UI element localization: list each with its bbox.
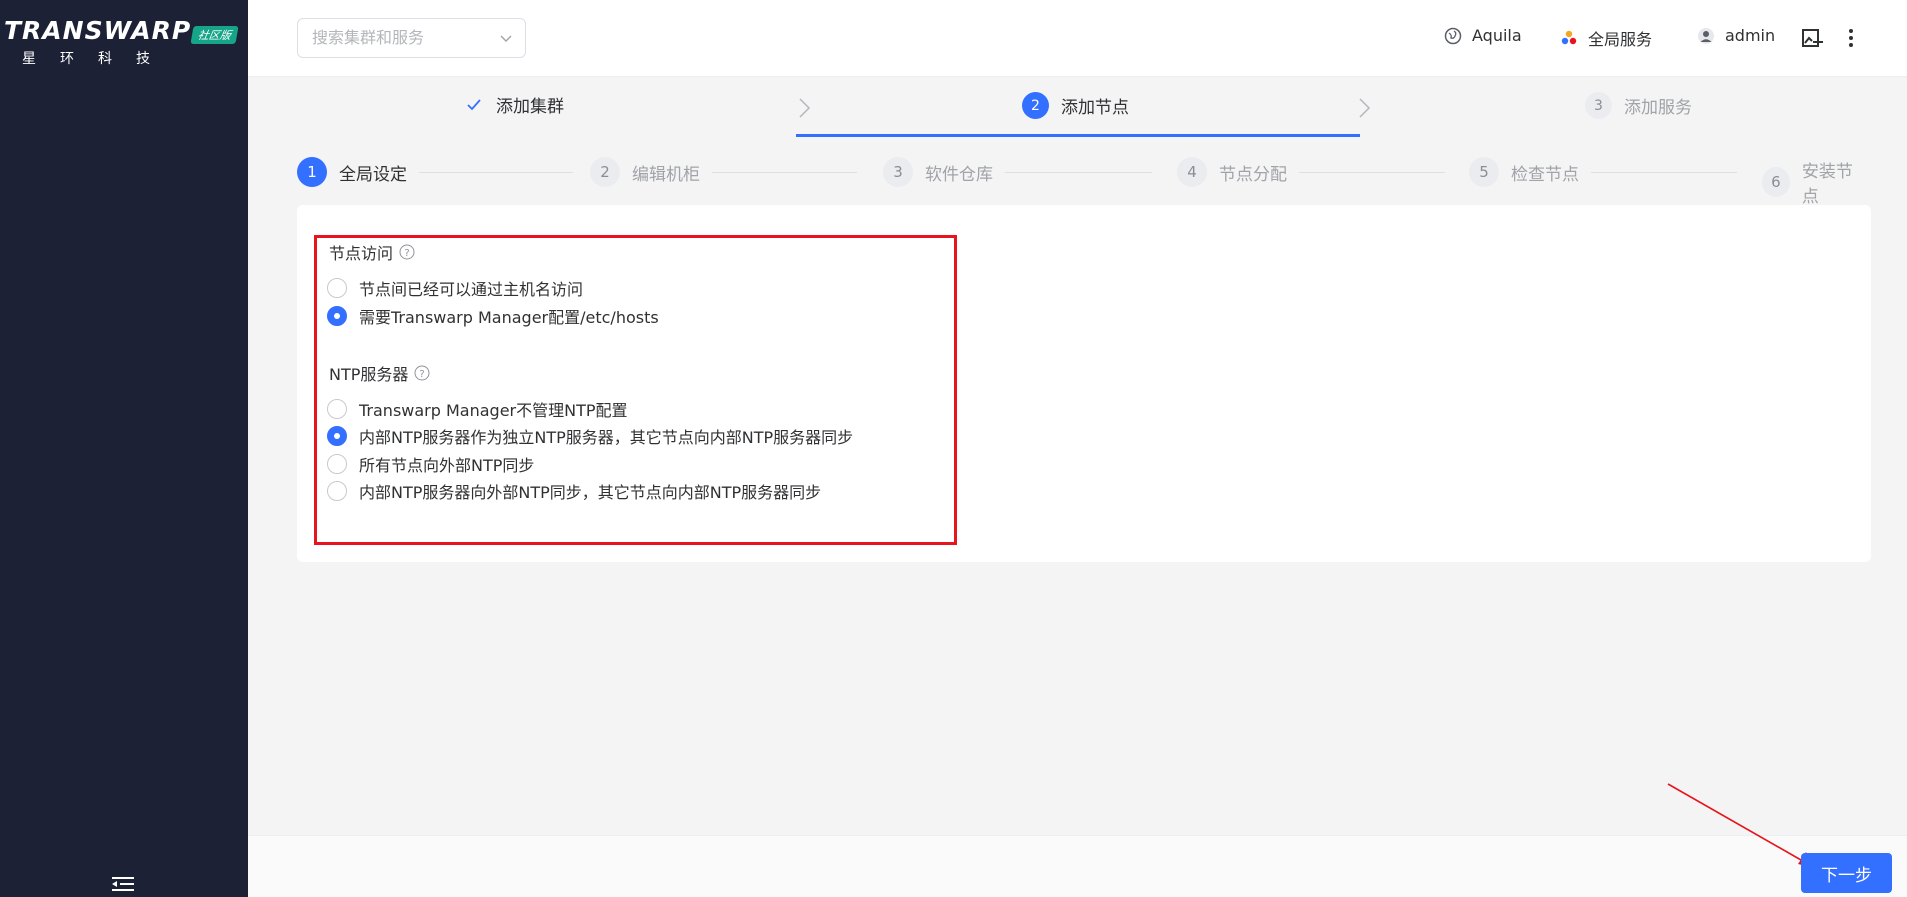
chevron-right-icon <box>799 98 811 118</box>
svg-text:?: ? <box>404 248 409 259</box>
ntp-option[interactable]: 所有节点向外部NTP同步 <box>327 452 534 476</box>
ntp-option[interactable]: Transwarp Manager不管理NTP配置 <box>327 397 628 421</box>
ntp-title: NTP服务器 ? <box>329 361 430 385</box>
option-label: 节点间已经可以通过主机名访问 <box>359 280 584 299</box>
main-step-label: 添加节点 <box>1061 98 1129 118</box>
svg-text:?: ? <box>420 369 425 380</box>
option-label: Transwarp Manager不管理NTP配置 <box>359 401 628 420</box>
step-number: 5 <box>1469 157 1499 187</box>
export-image-icon[interactable] <box>1800 26 1824 50</box>
main-step-add-node[interactable]: 2 添加节点 <box>1022 92 1129 119</box>
option-label: 需要Transwarp Manager配置/etc/hosts <box>359 308 659 327</box>
option-label: 所有节点向外部NTP同步 <box>359 456 535 475</box>
help-icon[interactable]: ? <box>399 244 415 260</box>
sub-step-label: 全局设定 <box>339 164 407 185</box>
sidebar: TRANSWARP 社区版 星环科技 <box>0 0 248 897</box>
step-number: 4 <box>1177 157 1207 187</box>
collapse-menu-icon[interactable] <box>112 876 134 892</box>
sub-steps: 1 全局设定 2 编辑机柜 3 软件仓库 4 节点分配 5 检查节点 6 安装节… <box>297 157 1877 207</box>
node-access-title: 节点访问 ? <box>329 240 415 264</box>
user-icon <box>1698 27 1714 44</box>
cluster-search-select[interactable] <box>297 18 526 58</box>
sub-step-label: 节点分配 <box>1219 164 1287 185</box>
radio-checked[interactable] <box>327 306 347 326</box>
sub-step-label: 编辑机柜 <box>632 164 700 185</box>
chevron-right-icon <box>1359 98 1371 118</box>
sub-step-node-assign[interactable]: 4 节点分配 <box>1177 157 1299 187</box>
footer-bar <box>248 835 1907 897</box>
edition-badge: 社区版 <box>190 26 239 44</box>
brand-logo[interactable]: TRANSWARP 社区版 星环科技 <box>0 10 248 70</box>
aquila-label: Aquila <box>1472 26 1522 45</box>
check-icon <box>467 98 481 110</box>
global-services-label: 全局服务 <box>1588 30 1653 49</box>
ntp-label: NTP服务器 <box>329 365 409 384</box>
ntp-option[interactable]: 内部NTP服务器向外部NTP同步，其它节点向内部NTP服务器同步 <box>327 479 821 503</box>
annotation-arrow <box>1667 783 1814 868</box>
sub-step-install-nodes[interactable]: 6 安装节点 <box>1762 157 1877 207</box>
more-vertical-icon[interactable] <box>1844 26 1858 50</box>
sub-step-label: 安装节点 <box>1801 162 1853 207</box>
step-connector <box>707 172 857 173</box>
node-access-option[interactable]: 需要Transwarp Manager配置/etc/hosts <box>327 304 659 328</box>
active-step-underline <box>796 134 1360 137</box>
step-number: 2 <box>590 157 620 187</box>
dots-icon <box>1561 30 1577 45</box>
top-bar: Aquila 全局服务 admin <box>248 0 1907 77</box>
step-number: 6 <box>1762 167 1790 197</box>
sub-step-software-repo[interactable]: 3 软件仓库 <box>883 157 1005 187</box>
step-connector <box>1002 172 1152 173</box>
option-label: 内部NTP服务器向外部NTP同步，其它节点向内部NTP服务器同步 <box>359 483 822 502</box>
user-name: admin <box>1725 26 1776 45</box>
help-icon[interactable]: ? <box>414 365 430 381</box>
node-access-option[interactable]: 节点间已经可以通过主机名访问 <box>327 276 583 300</box>
radio-checked[interactable] <box>327 426 347 446</box>
user-menu[interactable]: admin <box>1697 26 1775 45</box>
chevron-down-icon <box>500 35 512 42</box>
radio-unchecked[interactable] <box>327 399 347 419</box>
sub-step-label: 软件仓库 <box>925 164 993 185</box>
step-number: 3 <box>883 157 913 187</box>
globe-icon <box>1444 27 1462 44</box>
radio-unchecked[interactable] <box>327 481 347 501</box>
node-access-label: 节点访问 <box>329 244 394 263</box>
main-step-add-cluster[interactable]: 添加集群 <box>466 92 564 117</box>
step-number: 3 <box>1585 92 1612 119</box>
aquila-link[interactable]: Aquila <box>1444 26 1522 45</box>
step-number: 2 <box>1022 92 1049 119</box>
next-button[interactable]: 下一步 <box>1801 853 1892 893</box>
step-number: 1 <box>297 157 327 187</box>
ntp-option[interactable]: 内部NTP服务器作为独立NTP服务器，其它节点向内部NTP服务器同步 <box>327 424 853 448</box>
main-steps: 添加集群 2 添加节点 3 添加服务 <box>248 78 1907 138</box>
logo-text: TRANSWARP <box>4 16 192 45</box>
option-label: 内部NTP服务器作为独立NTP服务器，其它节点向内部NTP服务器同步 <box>359 428 854 447</box>
radio-unchecked[interactable] <box>327 454 347 474</box>
radio-unchecked[interactable] <box>327 278 347 298</box>
step-connector <box>417 172 573 173</box>
logo-subtitle: 星环科技 <box>22 51 174 67</box>
global-services-link[interactable]: 全局服务 <box>1560 26 1652 50</box>
step-connector <box>1587 172 1737 173</box>
sub-step-edit-rack[interactable]: 2 编辑机柜 <box>590 157 712 187</box>
search-input[interactable] <box>312 28 492 47</box>
sub-step-label: 检查节点 <box>1511 164 1579 185</box>
sub-step-global-settings[interactable]: 1 全局设定 <box>297 157 419 187</box>
main-step-label: 添加服务 <box>1624 98 1692 118</box>
step-connector <box>1295 172 1445 173</box>
main-step-label: 添加集群 <box>496 97 564 117</box>
sub-step-check-nodes[interactable]: 5 检查节点 <box>1469 157 1591 187</box>
main-step-add-service[interactable]: 3 添加服务 <box>1585 92 1692 119</box>
